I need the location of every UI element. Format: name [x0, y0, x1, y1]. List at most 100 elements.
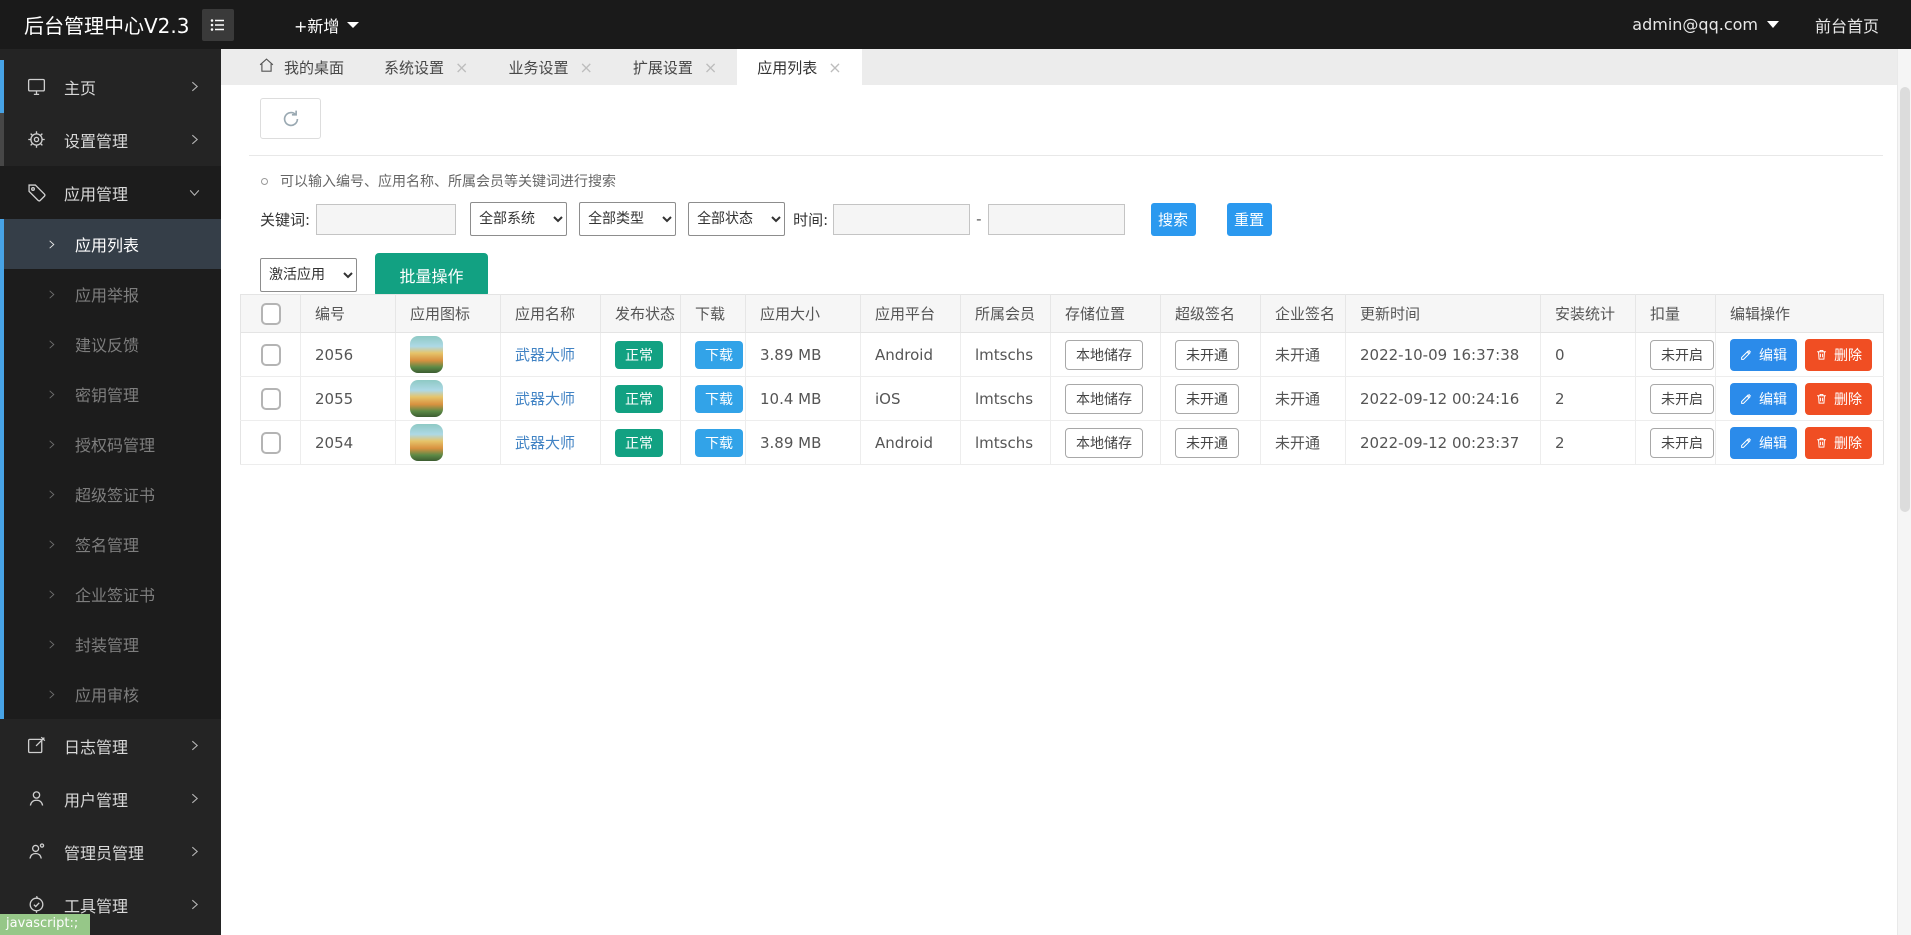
- delete-button[interactable]: 删除: [1805, 427, 1872, 459]
- app-id: 2054: [301, 421, 396, 465]
- sidebar-subitem-label: 签名管理: [75, 532, 139, 556]
- batch-operate-button[interactable]: 批量操作: [375, 253, 488, 297]
- deduct-chip[interactable]: 未开启: [1650, 340, 1714, 370]
- right-scrollbar-thumb[interactable]: [1900, 87, 1910, 512]
- refresh-button[interactable]: [260, 98, 321, 139]
- tab-system-settings[interactable]: 系统设置 ×: [364, 49, 488, 85]
- edit-button[interactable]: 编辑: [1730, 339, 1797, 371]
- sidebar-item-apps[interactable]: 应用管理: [0, 166, 221, 219]
- sidebar-item-users[interactable]: 用户管理: [0, 772, 221, 825]
- ent-sign-text: 未开通: [1261, 377, 1346, 421]
- super-sign-chip[interactable]: 未开通: [1175, 428, 1239, 458]
- download-button[interactable]: 下载: [695, 341, 743, 369]
- sidebar-subitem-signature[interactable]: 签名管理: [0, 519, 221, 569]
- app-name-link[interactable]: 武器大师: [515, 434, 575, 452]
- sidebar-subitem-packaging[interactable]: 封装管理: [0, 619, 221, 669]
- storage-chip[interactable]: 本地储存: [1065, 340, 1143, 370]
- row-checkbox[interactable]: [261, 432, 281, 454]
- row-checkbox[interactable]: [261, 344, 281, 366]
- frontend-home-link[interactable]: 前台首页: [1815, 13, 1879, 37]
- sidebar-item-label: 工具管理: [64, 893, 188, 917]
- sidebar-item-label: 日志管理: [64, 734, 188, 758]
- status-select[interactable]: 全部状态: [688, 202, 785, 236]
- chevron-right-icon: [46, 239, 57, 250]
- sidebar-subitem-auth-codes[interactable]: 授权码管理: [0, 419, 221, 469]
- sidebar-subitem-app-list[interactable]: 应用列表: [0, 219, 221, 269]
- add-new-button[interactable]: +新增: [294, 13, 359, 37]
- status-badge[interactable]: 正常: [615, 385, 663, 413]
- sidebar-item-settings[interactable]: 设置管理: [0, 113, 221, 166]
- sidebar-subitem-label: 密钥管理: [75, 382, 139, 406]
- reset-button[interactable]: 重置: [1227, 203, 1272, 236]
- system-select[interactable]: 全部系统: [470, 202, 567, 236]
- sidebar-subitem-super-cert[interactable]: 超级签证书: [0, 469, 221, 519]
- storage-chip[interactable]: 本地储存: [1065, 384, 1143, 414]
- app-icon-thumb[interactable]: [410, 336, 443, 373]
- keyword-input[interactable]: [316, 204, 456, 235]
- tab-close-icon[interactable]: ×: [455, 58, 468, 77]
- app-name-link[interactable]: 武器大师: [515, 390, 575, 408]
- app-name-link[interactable]: 武器大师: [515, 346, 575, 364]
- sidebar-subitem-feedback[interactable]: 建议反馈: [0, 319, 221, 369]
- pencil-icon: [1740, 436, 1753, 449]
- chevron-right-icon: [46, 439, 57, 450]
- tab-business-settings[interactable]: 业务设置 ×: [488, 49, 612, 85]
- chevron-right-icon: [46, 389, 57, 400]
- time-start-input[interactable]: [833, 204, 970, 235]
- select-all-checkbox[interactable]: [261, 303, 281, 325]
- deduct-chip[interactable]: 未开启: [1650, 428, 1714, 458]
- sidebar-item-logs[interactable]: 日志管理: [0, 719, 221, 772]
- column-header: 扣量: [1636, 295, 1716, 333]
- sidebar-item-home[interactable]: 主页: [0, 60, 221, 113]
- sidebar-subitem-label: 应用列表: [75, 232, 139, 256]
- updated-time: 2022-10-09 16:37:38: [1346, 333, 1541, 377]
- delete-button[interactable]: 删除: [1805, 383, 1872, 415]
- sidebar-subitem-app-review[interactable]: 应用审核: [0, 669, 221, 719]
- table-row: 2055 武器大师 正常 下载 10.4 MB iOS lmtschs 本地储存…: [241, 377, 1884, 421]
- sidebar-item-admins[interactable]: 管理员管理: [0, 825, 221, 878]
- tab-close-icon[interactable]: ×: [579, 58, 592, 77]
- tab-label: 应用列表: [757, 57, 817, 78]
- tab-bar: 我的桌面 系统设置 × 业务设置 × 扩展设置 × 应用列表 ×: [221, 49, 1911, 85]
- download-button[interactable]: 下载: [695, 429, 743, 457]
- app-platform: iOS: [861, 377, 961, 421]
- tab-extension-settings[interactable]: 扩展设置 ×: [613, 49, 737, 85]
- app-id: 2055: [301, 377, 396, 421]
- edit-button[interactable]: 编辑: [1730, 427, 1797, 459]
- app-icon-thumb[interactable]: [410, 424, 443, 461]
- sidebar-subitem-label: 授权码管理: [75, 432, 155, 456]
- time-end-input[interactable]: [988, 204, 1125, 235]
- download-button[interactable]: 下载: [695, 385, 743, 413]
- sidebar-subitem-ent-cert[interactable]: 企业签证书: [0, 569, 221, 619]
- sidebar-subitem-secret-keys[interactable]: 密钥管理: [0, 369, 221, 419]
- menu-toggle-button[interactable]: [202, 9, 234, 41]
- search-button[interactable]: 搜索: [1151, 203, 1196, 236]
- row-checkbox[interactable]: [261, 388, 281, 410]
- status-badge[interactable]: 正常: [615, 341, 663, 369]
- gear-icon: [26, 129, 48, 151]
- app-icon-thumb[interactable]: [410, 380, 443, 417]
- deduct-chip[interactable]: 未开启: [1650, 384, 1714, 414]
- app-member: lmtschs: [961, 377, 1051, 421]
- tab-content-panel: 可以输入编号、应用名称、所属会员等关键词进行搜索 关键词: 全部系统 全部类型 …: [221, 85, 1911, 935]
- home-icon: [258, 57, 275, 78]
- super-sign-chip[interactable]: 未开通: [1175, 384, 1239, 414]
- sidebar-subitem-label: 应用审核: [75, 682, 139, 706]
- sidebar-subitem-app-report[interactable]: 应用举报: [0, 269, 221, 319]
- app-member: lmtschs: [961, 421, 1051, 465]
- batch-action-select[interactable]: 激活应用: [260, 258, 357, 292]
- delete-button[interactable]: 删除: [1805, 339, 1872, 371]
- column-header: 应用图标: [396, 295, 501, 333]
- tab-label: 系统设置: [384, 57, 444, 78]
- super-sign-chip[interactable]: 未开通: [1175, 340, 1239, 370]
- tab-close-icon[interactable]: ×: [704, 58, 717, 77]
- user-menu[interactable]: admin@qq.com: [1632, 15, 1779, 34]
- tab-close-icon[interactable]: ×: [828, 58, 841, 77]
- edit-button[interactable]: 编辑: [1730, 383, 1797, 415]
- status-badge[interactable]: 正常: [615, 429, 663, 457]
- tab-app-list[interactable]: 应用列表 ×: [737, 49, 861, 85]
- type-select[interactable]: 全部类型: [579, 202, 676, 236]
- tab-my-desktop[interactable]: 我的桌面: [238, 49, 364, 85]
- storage-chip[interactable]: 本地储存: [1065, 428, 1143, 458]
- chevron-right-icon: [188, 80, 201, 93]
